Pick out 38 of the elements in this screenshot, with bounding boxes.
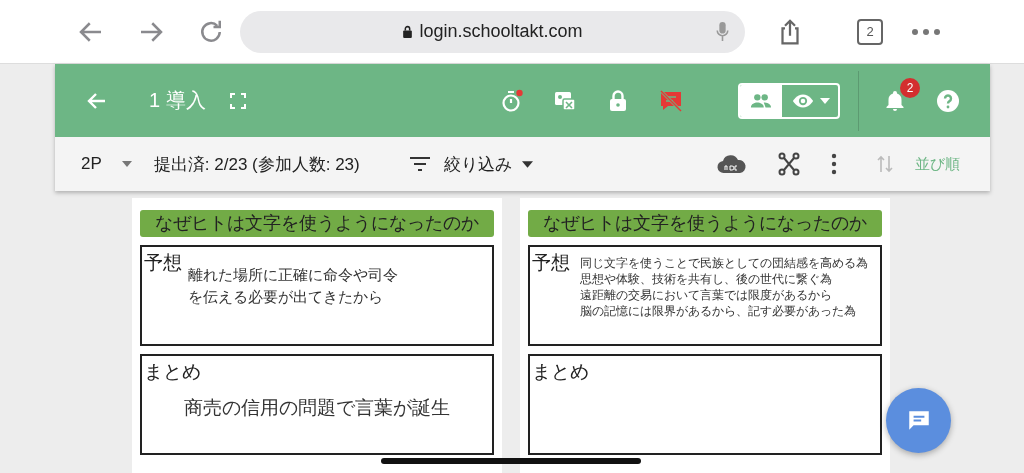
microphone-icon[interactable] <box>716 21 729 42</box>
lesson-title: 1 導入 <box>149 88 206 113</box>
summary-text: 商売の信用の問題で言葉が誕生 <box>184 397 450 419</box>
help-icon[interactable] <box>936 88 960 113</box>
address-bar[interactable]: login.schooltakt.com <box>240 10 745 53</box>
section-label: 予想 <box>532 251 570 275</box>
caret-icon <box>521 160 533 168</box>
chat-button[interactable] <box>886 388 951 453</box>
notification-badge: 2 <box>900 77 920 98</box>
sort-icon <box>877 154 893 174</box>
url-text: login.schooltakt.com <box>402 21 583 42</box>
more-icon[interactable] <box>911 27 941 36</box>
section-label: まとめ <box>532 360 590 384</box>
more-vertical-icon[interactable] <box>831 153 837 175</box>
caret-icon <box>820 97 830 104</box>
people-toggle[interactable] <box>740 84 782 117</box>
crossed-out-screen-icon[interactable] <box>659 88 683 113</box>
filter-icon <box>409 157 430 171</box>
worksheet-title: なぜヒトは文字を使うようになったのか <box>140 210 494 237</box>
worksheet-title: なぜヒトは文字を使うようになったのか <box>528 210 882 237</box>
submission-count: 提出済: 2/23 (参加人数: 23) <box>153 153 360 176</box>
caret-icon <box>121 161 132 167</box>
class-dropdown[interactable]: 2P <box>81 154 132 174</box>
filter-button[interactable]: 絞り込み <box>409 152 533 176</box>
prediction-text: 脳の記憶には限界があるから、記す必要があった為 <box>580 303 857 319</box>
prediction-text: 思想や体験、技術を共有し、後の世代に繋ぐ為 <box>580 271 833 287</box>
section-label: 予想 <box>144 251 182 275</box>
prediction-text: 離れた場所に正確に命令や司令を伝える必要が出てきたから <box>188 265 399 307</box>
lock-icon <box>402 25 414 38</box>
prediction-text: 遠距離の交易において言葉では限度があるから <box>580 287 833 303</box>
tab-count-button[interactable]: 2 <box>857 18 883 45</box>
network-icon[interactable] <box>777 152 801 176</box>
fullscreen-icon[interactable] <box>229 92 246 109</box>
timer-icon[interactable] <box>500 88 524 113</box>
section-label: まとめ <box>144 360 202 384</box>
worksheet-card[interactable]: なぜヒトは文字を使うようになったのか 予想 離れた場所に正確に命令や司令を伝える必要が出てきたから まとめ 商売の信用の問題で言葉が誕生 <box>132 198 502 473</box>
worksheet-card[interactable]: なぜヒトは文字を使うようになったのか 予想 同じ文字を使うことで民族としての団結感を高める為 思想や体験、技術を共有し、後の世代に繋ぐ為 遠距離の交易において言葉では限度があるから 脳の記憶には限界があるから、記す必要があった為 まとめ <box>520 198 890 473</box>
prediction-text: 同じ文字を使うことで民族としての団結感を高める為 <box>580 255 868 271</box>
